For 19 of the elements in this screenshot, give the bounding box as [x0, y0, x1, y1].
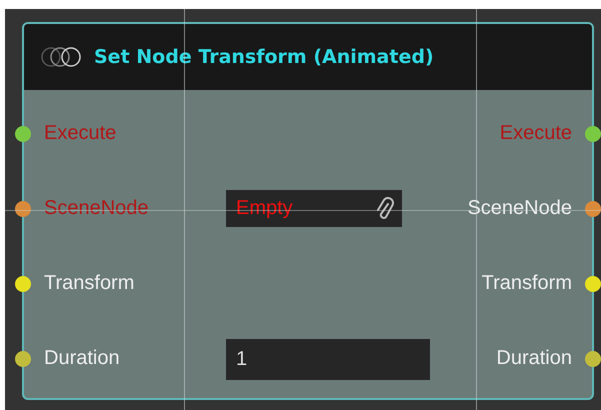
input-label: Execute	[44, 122, 116, 145]
input-label: SceneNode	[44, 197, 149, 220]
output-pin[interactable]	[585, 276, 601, 292]
number-field[interactable]: 1	[226, 339, 430, 380]
output-pin[interactable]	[585, 126, 601, 142]
input-pin[interactable]	[15, 276, 31, 292]
output-label: SceneNode	[467, 197, 572, 220]
input-label: Duration	[44, 347, 120, 370]
output-pin[interactable]	[585, 350, 601, 366]
output-label: Execute	[500, 122, 572, 145]
input-pin[interactable]	[15, 126, 31, 142]
input-label: Transform	[44, 272, 134, 295]
output-label: Transform	[482, 272, 572, 295]
node-title: Set Node Transform (Animated)	[94, 46, 434, 68]
output-label: Duration	[496, 347, 572, 370]
paperclip-icon[interactable]	[376, 196, 394, 220]
input-pin[interactable]	[15, 350, 31, 366]
input-pin[interactable]	[15, 200, 31, 216]
output-pin[interactable]	[585, 200, 601, 216]
